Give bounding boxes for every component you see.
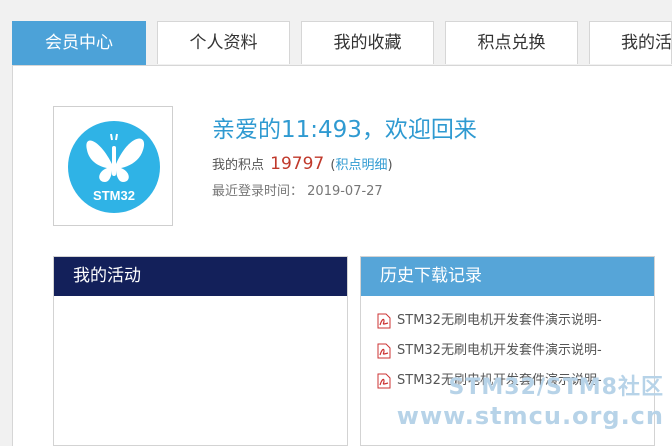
my-activity-title: 我的活动 bbox=[54, 257, 347, 296]
download-item[interactable]: STM32无刷电机开发套件演示说明- bbox=[377, 371, 602, 391]
welcome-message: 亲爱的11:493，欢迎回来 bbox=[212, 117, 477, 143]
tab-profile[interactable]: 个人资料 bbox=[157, 21, 290, 64]
my-activity-box: 我的活动 bbox=[53, 256, 348, 446]
tab-my-activities[interactable]: 我的活动 bbox=[589, 21, 672, 64]
avatar: STM32 bbox=[53, 106, 173, 226]
download-history-box: 历史下载记录 STM32无刷电机开发套件演示说明- STM32无刷电机开发套件演… bbox=[360, 256, 655, 446]
download-item[interactable]: STM32无刷电机开发套件演示说明- bbox=[377, 341, 602, 361]
download-item[interactable]: STM32无刷电机开发套件演示说明- bbox=[377, 311, 602, 331]
tab-points-exchange[interactable]: 积点兑换 bbox=[445, 21, 578, 64]
tab-member-center[interactable]: 会员中心 bbox=[12, 21, 146, 65]
points-row: 我的积点 19797 (积点明细) bbox=[212, 154, 393, 174]
stm32-butterfly-logo: STM32 bbox=[68, 121, 160, 213]
last-login-label: 最近登录时间： bbox=[212, 184, 304, 199]
last-login-row: 最近登录时间： 2019-07-27 bbox=[212, 180, 383, 199]
points-value: 19797 bbox=[270, 154, 325, 174]
avatar-text: STM32 bbox=[93, 188, 135, 203]
last-login-date: 2019-07-27 bbox=[307, 184, 383, 199]
pdf-icon bbox=[377, 343, 391, 358]
points-label: 我的积点 bbox=[212, 158, 265, 173]
download-history-title: 历史下载记录 bbox=[361, 257, 654, 296]
pdf-icon bbox=[377, 373, 391, 388]
tab-bar: 会员中心 个人资料 我的收藏 积点兑换 我的活动 bbox=[12, 21, 672, 65]
points-detail-link[interactable]: 积点明细 bbox=[335, 158, 387, 173]
pdf-icon bbox=[377, 313, 391, 328]
tab-favorites[interactable]: 我的收藏 bbox=[301, 21, 434, 64]
